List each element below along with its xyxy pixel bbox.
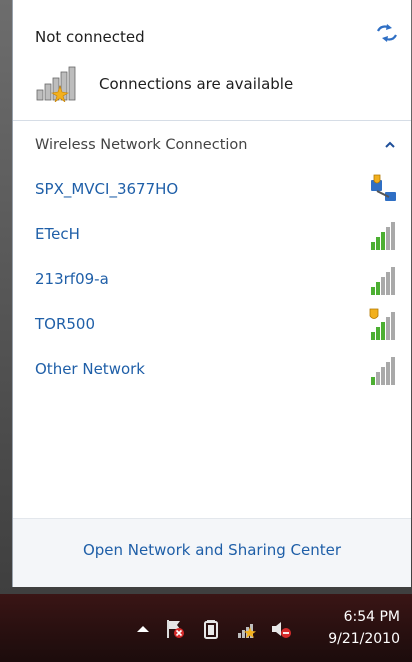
network-item-other[interactable]: Other Network (13, 350, 411, 394)
network-available-icon (36, 66, 76, 102)
show-hidden-icons-arrow-icon[interactable] (132, 618, 154, 640)
network-flyout-frame: Not connected Connections are available (0, 0, 412, 594)
connections-available-row: Connections are available (35, 66, 293, 102)
connections-available-label: Connections are available (99, 75, 294, 93)
connection-status-text: Not connected (35, 28, 145, 46)
network-item-tor500[interactable]: TOR500 (13, 305, 411, 349)
secured-signal-icon (369, 308, 395, 340)
action-center-flag-icon[interactable] (164, 618, 186, 640)
taskbar-clock[interactable]: 6:54 PM 9/21/2010 (328, 606, 400, 650)
wireless-section-label: Wireless Network Connection (35, 137, 248, 153)
network-name: SPX_MVCI_3677HO (35, 180, 179, 198)
chevron-up-icon[interactable] (383, 139, 397, 151)
clock-date: 9/21/2010 (328, 631, 400, 647)
signal-strength-icon (371, 222, 395, 250)
network-name: ETecH (35, 225, 80, 243)
open-network-sharing-center-link[interactable]: Open Network and Sharing Center (13, 541, 411, 559)
wireless-section-header[interactable]: Wireless Network Connection (13, 130, 411, 162)
clock-time: 6:54 PM (343, 609, 400, 625)
taskbar: 6:54 PM 9/21/2010 (0, 594, 412, 662)
network-name: TOR500 (35, 315, 96, 333)
connection-status-area: Not connected Connections are available (13, 0, 411, 121)
network-name: Other Network (35, 360, 145, 378)
network-item-213rf09-a[interactable]: 213rf09-a (13, 260, 411, 304)
network-flyout-panel: Not connected Connections are available (12, 0, 411, 587)
battery-icon[interactable] (200, 618, 222, 640)
volume-muted-icon[interactable] (270, 618, 292, 640)
network-name: 213rf09-a (35, 270, 109, 288)
signal-strength-icon (371, 357, 395, 385)
refresh-icon[interactable] (375, 22, 399, 44)
network-status-icon[interactable] (236, 618, 258, 640)
network-item-etech[interactable]: ETecH (13, 215, 411, 259)
signal-strength-icon (371, 267, 395, 295)
secured-network-icon (371, 174, 396, 201)
network-item-spx-mvci[interactable]: SPX_MVCI_3677HO (13, 170, 411, 214)
flyout-footer: Open Network and Sharing Center (13, 518, 411, 587)
